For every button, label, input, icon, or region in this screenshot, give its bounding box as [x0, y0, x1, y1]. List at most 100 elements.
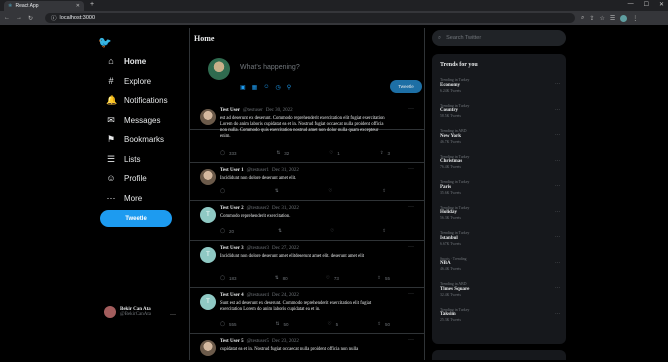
compose-input[interactable]: What's happening? — [240, 64, 300, 71]
trend-more-icon[interactable]: ··· — [555, 234, 560, 240]
retweet-action[interactable]: ⇅ 32 — [276, 150, 289, 156]
reply-action[interactable]: ◯ 183 — [220, 275, 237, 281]
minimize-icon[interactable]: — — [628, 1, 634, 8]
location-icon[interactable]: ⚲ — [287, 84, 291, 91]
nav-notifications[interactable]: 🔔 Notifications — [106, 95, 168, 106]
bookmark-star-icon[interactable]: ☆ — [599, 15, 604, 22]
trend-item[interactable]: Trending in ABD Times Square 32.4K Tweet… — [440, 282, 560, 297]
search-input[interactable]: ⌕ Search Twitter — [432, 30, 566, 46]
trend-more-icon[interactable]: ··· — [555, 81, 560, 87]
nav-more[interactable]: ⋯ More — [106, 193, 143, 204]
tweet-more-icon[interactable]: ··· — [408, 106, 414, 112]
tweet-card[interactable]: T Test User 4 @testuser4 Dec 24, 2022 ··… — [190, 288, 424, 334]
tweet-more-icon[interactable]: ··· — [408, 291, 414, 297]
trend-more-icon[interactable]: ··· — [555, 183, 560, 189]
image-icon[interactable]: ▣ — [240, 84, 246, 91]
trend-more-icon[interactable]: ··· — [555, 311, 560, 317]
trend-item[interactable]: Trending in Turkey Holiday 56.3K Tweets … — [440, 206, 560, 221]
tweet-more-icon[interactable]: ··· — [408, 204, 414, 210]
trend-more-icon[interactable]: ··· — [555, 158, 560, 164]
like-action[interactable]: ♡ 73 — [326, 275, 339, 281]
trend-more-icon[interactable]: ··· — [555, 209, 560, 215]
tweet-author-name[interactable]: Test User 1 — [220, 168, 244, 173]
back-icon[interactable]: ← — [4, 15, 10, 21]
retweet-action[interactable]: ⇅ — [275, 188, 283, 194]
tweet-more-icon[interactable]: ··· — [408, 337, 414, 343]
maximize-icon[interactable]: ☐ — [644, 1, 649, 8]
address-bar[interactable]: ⓘ localhost:3000 — [45, 13, 576, 23]
trend-item[interactable]: Trending in Turkey Istanbul 6.67K Tweets… — [440, 231, 560, 246]
avatar[interactable]: T — [200, 207, 216, 223]
forward-icon[interactable]: → — [16, 15, 22, 21]
trend-more-icon[interactable]: ··· — [555, 132, 560, 138]
tweet-card[interactable]: Test User 5 @testuser5 Dec 23, 2022 ··· … — [190, 334, 424, 360]
trend-item[interactable]: Sports · Trending NBA 46.4K Tweets ··· — [440, 257, 560, 272]
reply-action[interactable]: ◯ 20 — [220, 228, 234, 234]
trend-more-icon[interactable]: ··· — [555, 285, 560, 291]
retweet-action[interactable]: ⇅ 50 — [276, 321, 289, 327]
like-action[interactable]: ♡ 1 — [329, 150, 340, 156]
share-action[interactable]: ⇪ 55 — [377, 275, 390, 281]
reply-action[interactable]: ◯ 555 — [220, 321, 237, 327]
trend-item[interactable]: Trending in ABD New York 46.7K Tweets ··… — [440, 129, 560, 144]
share-action[interactable]: ⇪ 3 — [380, 150, 390, 156]
tweet-author-name[interactable]: Test User 4 — [220, 293, 244, 298]
close-window-icon[interactable]: ✕ — [659, 1, 664, 8]
tweet-card[interactable]: T Test User 3 @testuser3 Dec 27, 2022 ··… — [190, 241, 424, 288]
retweet-action[interactable]: ⇅ 80 — [275, 275, 288, 281]
nav-bookmarks[interactable]: ⚑ Bookmarks — [106, 134, 164, 145]
trend-item[interactable]: Trending in Turkey Christmas 76.4K Tweet… — [440, 155, 560, 170]
tweet-author-name[interactable]: Test User — [220, 108, 240, 113]
emoji-icon[interactable]: ☺ — [263, 84, 269, 91]
zoom-icon[interactable]: ⌕ — [581, 15, 584, 22]
share-action[interactable]: ⇪ — [382, 188, 390, 194]
avatar[interactable] — [200, 340, 216, 356]
share-page-icon[interactable]: ⇪ — [589, 15, 594, 22]
like-action[interactable]: ♡ — [330, 228, 338, 234]
tweet-author-name[interactable]: Test User 5 — [220, 339, 244, 344]
twitter-logo-icon[interactable]: 🐦 — [98, 36, 112, 49]
browser-menu-icon[interactable]: ⋮ — [632, 15, 638, 22]
like-action[interactable]: ♡ — [328, 188, 336, 194]
nav-home[interactable]: ⌂ Home — [106, 56, 146, 66]
reply-action[interactable]: ◯ 333 — [220, 150, 237, 156]
trend-item[interactable]: Trending in Turkey Country 58.5K Tweets … — [440, 104, 560, 119]
nav-profile[interactable]: ☺ Profile — [106, 173, 146, 183]
tweet-more-icon[interactable]: ··· — [408, 166, 414, 172]
trend-more-icon[interactable]: ··· — [555, 107, 560, 113]
compose-tweet-button[interactable]: Tweetle — [390, 80, 422, 93]
side-panel-icon[interactable]: ☰ — [610, 15, 615, 22]
nav-lists[interactable]: ☰ Lists — [106, 154, 141, 165]
profile-avatar-icon[interactable] — [620, 14, 628, 22]
avatar[interactable]: T — [200, 247, 216, 263]
tweet-author-name[interactable]: Test User 3 — [220, 246, 244, 251]
account-switcher[interactable]: Bekir Can Ata @BekirCanAta — [104, 306, 151, 318]
avatar[interactable] — [200, 169, 216, 185]
retweet-action[interactable]: ⇅ — [278, 228, 286, 234]
trend-more-icon[interactable]: ··· — [555, 260, 560, 266]
gif-icon[interactable]: ▦ — [252, 84, 258, 91]
reload-icon[interactable]: ↻ — [28, 15, 33, 22]
nav-explore[interactable]: # Explore — [106, 76, 151, 86]
tweet-card[interactable]: Test User 1 @testuser1 Dec 31, 2022 ··· … — [190, 163, 424, 201]
tweet-button[interactable]: Tweetle — [100, 210, 172, 227]
trend-item[interactable]: Trending in Turkey Taksim 25.3K Tweets ·… — [440, 308, 560, 323]
account-more-icon[interactable]: ··· — [170, 312, 176, 318]
avatar[interactable] — [200, 109, 216, 125]
tweet-more-icon[interactable]: ··· — [408, 244, 414, 250]
like-action[interactable]: ♡ 5 — [328, 321, 339, 327]
browser-tab[interactable]: ⚛ React App ✕ — [4, 1, 84, 11]
share-action[interactable]: ⇪ — [382, 228, 390, 234]
avatar[interactable]: T — [200, 294, 216, 310]
trend-item[interactable]: Trending in Turkey Economy 6.24K Tweets … — [440, 78, 560, 93]
tweet-card[interactable]: Test User @testuser Dec 30, 2022 ··· est… — [190, 103, 424, 163]
tweet-card[interactable]: T Test User 2 @testuser2 Dec 31, 2022 ··… — [190, 201, 424, 241]
share-action[interactable]: ⇪ 50 — [377, 321, 390, 327]
trend-item[interactable]: Trending in Turkey Paris 35.6K Tweets ··… — [440, 180, 560, 195]
reply-action[interactable]: ◯ — [220, 188, 229, 194]
tweet-author-name[interactable]: Test User 2 — [220, 206, 244, 211]
nav-messages[interactable]: ✉ Messages — [106, 115, 160, 126]
schedule-icon[interactable]: ◷ — [275, 84, 280, 91]
tab-close-icon[interactable]: ✕ — [76, 3, 80, 9]
new-tab-button[interactable]: + — [90, 1, 94, 9]
